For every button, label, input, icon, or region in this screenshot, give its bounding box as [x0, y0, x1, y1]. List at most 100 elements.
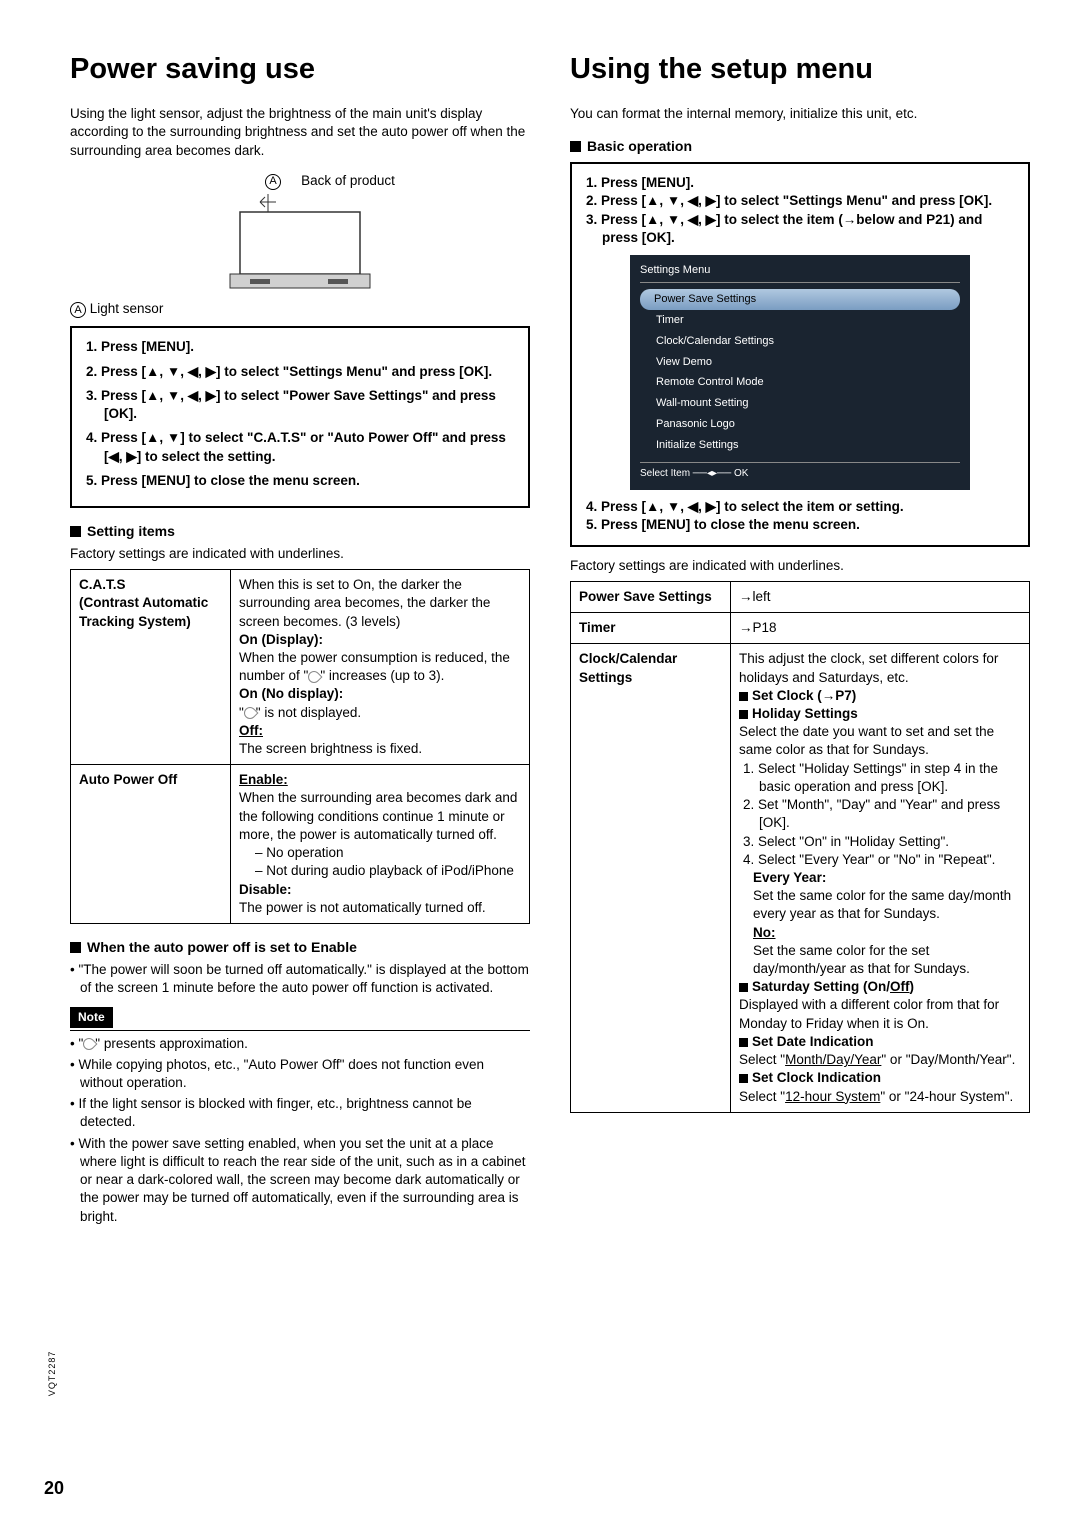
rstep-4: 4. Press [▲, ▼, ◀, ▶] to select the item… [586, 498, 1014, 516]
cc-holiday-text: Holiday Settings [752, 706, 858, 721]
cc-date-ind-text: Set Date Indication [752, 1034, 874, 1049]
cats-label: C.A.T.S (Contrast Automatic Tracking Sys… [71, 570, 231, 765]
settings-table-right: Power Save Settings →left Timer →P18 Clo… [570, 581, 1030, 1113]
menu-footer: Select Item ──◂▸── OK [640, 462, 960, 481]
cc-holiday: Holiday Settings [739, 705, 1021, 723]
back-of-product-label: Back of product [301, 172, 395, 190]
note-b1: While copying photos, etc., "Auto Power … [70, 1056, 530, 1092]
left-column: Power saving use Using the light sensor,… [70, 50, 530, 1229]
apo-disable: Disable: [239, 881, 521, 899]
page-number: 20 [44, 1476, 64, 1500]
left-steps-box: 1. Press [MENU]. 2. Press [▲, ▼, ◀, ▶] t… [70, 326, 530, 508]
nested-sq-icon-4 [739, 1038, 748, 1047]
basic-operation-text: Basic operation [587, 137, 692, 156]
menu-title: Settings Menu [640, 263, 960, 283]
menu-item-clock: Clock/Calendar Settings [640, 331, 960, 352]
pss-val: →left [731, 581, 1030, 612]
setting-items-head: Setting items [70, 522, 530, 541]
cc-p1: This adjust the clock, set different col… [739, 650, 1021, 686]
apo-label: Auto Power Off [71, 765, 231, 924]
menu-item-demo: View Demo [640, 352, 960, 373]
menu-item-power-save: Power Save Settings [640, 289, 960, 310]
apo-p2: The power is not automatically turned of… [239, 899, 521, 917]
note-b0b: " presents approximation. [95, 1036, 248, 1051]
square-bullet-icon-3 [570, 141, 581, 152]
cats-p2b: " increases (up to 3). [320, 668, 444, 683]
right-column: Using the setup menu You can format the … [570, 50, 1030, 1229]
note-b2: If the light sensor is blocked with fing… [70, 1095, 530, 1131]
basic-operation-head: Basic operation [570, 137, 1030, 156]
note-b3: With the power save setting enabled, whe… [70, 1135, 530, 1226]
enable-head-text: When the auto power off is set to Enable [87, 938, 357, 957]
step-4: 4. Press [▲, ▼] to select "C.A.T.S" or "… [86, 429, 514, 465]
step-5-text: Press [MENU] to close the menu screen. [101, 473, 360, 488]
menu-item-init: Initialize Settings [640, 435, 960, 456]
cc-every-year: Every Year: [753, 869, 1021, 887]
enable-bullet-1: "The power will soon be turned off autom… [70, 961, 530, 997]
step-5: 5. Press [MENU] to close the menu screen… [86, 472, 514, 490]
product-back-icon [210, 194, 390, 294]
cc-setclock-text: Set Clock (→P7) [752, 688, 856, 703]
two-column-layout: Power saving use Using the light sensor,… [70, 50, 1030, 1229]
cats-on-display: On (Display): [239, 631, 521, 649]
cats-off: Off: [239, 722, 521, 740]
rstep-5-text: Press [MENU] to close the menu screen. [601, 517, 860, 532]
cc-clock-post: " or "24-hour System". [880, 1089, 1013, 1104]
cats-p4: The screen brightness is fixed. [239, 740, 521, 758]
setting-items-text: Setting items [87, 522, 175, 541]
note-rule: Note [70, 1007, 530, 1030]
right-steps-box: 1. Press [MENU]. 2. Press [▲, ▼, ◀, ▶] t… [570, 162, 1030, 546]
step-3-text: Press [▲, ▼, ◀, ▶] to select "Power Save… [101, 388, 496, 421]
cc-ol-2-text: Set "Month", "Day" and "Year" and press … [758, 797, 1000, 830]
marker-a: A [265, 174, 281, 190]
enable-bullets: "The power will soon be turned off autom… [70, 961, 530, 997]
cc-no: No: [753, 924, 1021, 942]
cats-p3b: " is not displayed. [256, 705, 361, 720]
apo-dash2: Not during audio playback of iPod/iPhone [255, 862, 521, 880]
cc-sat-desc: Displayed with a different color from th… [739, 996, 1021, 1032]
document-code: VQT2287 [46, 1350, 58, 1396]
timer-val: →P18 [731, 613, 1030, 644]
menu-item-logo: Panasonic Logo [640, 414, 960, 435]
marker-a-inline: A [70, 302, 86, 318]
section-title-left: Power saving use [70, 50, 530, 89]
cc-sat-text: Saturday Setting (On/ [752, 979, 890, 994]
rstep-1: 1. Press [MENU]. [586, 174, 1014, 192]
menu-item-remote: Remote Control Mode [640, 372, 960, 393]
pss-label: Power Save Settings [571, 581, 731, 612]
note-bullets: "" presents approximation. While copying… [70, 1035, 530, 1226]
step-1-text: Press [MENU]. [101, 339, 194, 354]
cc-p2: Select the date you want to set and set … [739, 723, 1021, 759]
apo-dash-list: No operation Not during audio playback o… [255, 844, 521, 880]
square-bullet-icon [70, 526, 81, 537]
note-b0: "" presents approximation. [70, 1035, 530, 1053]
menu-item-timer: Timer [640, 310, 960, 331]
note-badge: Note [70, 1007, 113, 1027]
apo-p1: When the surrounding area becomes dark a… [239, 789, 521, 844]
product-figure: A Back of product [70, 172, 530, 294]
settings-menu-screenshot: Settings Menu Power Save Settings Timer … [630, 255, 970, 490]
cc-ol-1: 1. Select "Holiday Settings" in step 4 i… [743, 760, 1021, 796]
rstep-4-text: Press [▲, ▼, ◀, ▶] to select the item or… [601, 499, 904, 514]
right-steps-post: 4. Press [▲, ▼, ◀, ▶] to select the item… [586, 498, 1014, 534]
cc-ol: 1. Select "Holiday Settings" in step 4 i… [743, 760, 1021, 869]
step-4-text: Press [▲, ▼] to select "C.A.T.S" or "Aut… [101, 430, 506, 463]
factory-note-left: Factory settings are indicated with unde… [70, 545, 530, 563]
cats-p1: When this is set to On, the darker the s… [239, 576, 521, 631]
step-1: 1. Press [MENU]. [86, 338, 514, 356]
intro-left: Using the light sensor, adjust the brigh… [70, 105, 530, 160]
cc-label: Clock/Calendar Settings [571, 644, 731, 1112]
rstep-3-text: Press [▲, ▼, ◀, ▶] to select the item (→… [601, 212, 982, 245]
square-bullet-icon-2 [70, 942, 81, 953]
step-2: 2. Press [▲, ▼, ◀, ▶] to select "Setting… [86, 363, 514, 381]
cc-clock-u: 12-hour System [785, 1089, 880, 1104]
cc-sat: Saturday Setting (On/Off) [739, 978, 1021, 996]
cats-p3: "" is not displayed. [239, 704, 521, 722]
cc-setclock: Set Clock (→P7) [739, 687, 1021, 705]
cc-date-ind: Set Date Indication [739, 1033, 1021, 1051]
settings-table-left: C.A.T.S (Contrast Automatic Tracking Sys… [70, 569, 530, 924]
cc-date-sel: Select "Month/Day/Year" or "Day/Month/Ye… [739, 1051, 1021, 1069]
cats-nodisplay: On (No display): [239, 685, 521, 703]
cc-date-pre: Select " [739, 1052, 785, 1067]
cats-p2: When the power consumption is reduced, t… [239, 649, 521, 685]
